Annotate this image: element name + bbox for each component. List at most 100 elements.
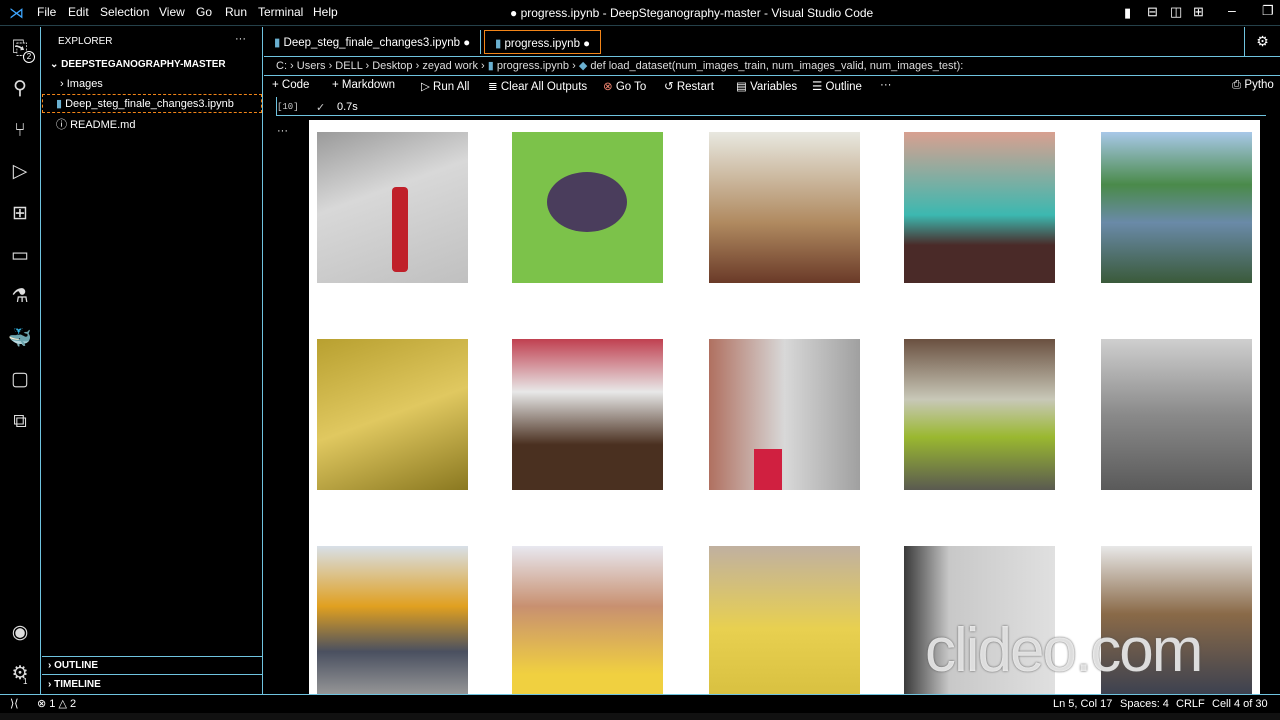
notebook-settings-gear-icon[interactable]: ⚙ xyxy=(1244,27,1280,56)
breadcrumb-item[interactable]: C: xyxy=(276,60,287,72)
label: Pytho xyxy=(1244,79,1274,91)
run-debug-icon[interactable]: ▷ xyxy=(8,160,32,184)
folder-label: Images xyxy=(66,78,103,90)
variables-button[interactable]: ▤ Variables xyxy=(736,79,797,93)
menu-file[interactable]: File xyxy=(37,5,56,19)
goto-button[interactable]: ⊗ Go To xyxy=(603,79,646,93)
clear-outputs-button[interactable]: ≣ Clear All Outputs xyxy=(488,79,587,93)
outline-icon: ☰ xyxy=(812,81,826,93)
output-image-couple-dining xyxy=(904,132,1055,283)
problems-indicator[interactable]: ⊗ 1 △ 2 xyxy=(37,697,76,710)
toggle-panel-icon[interactable]: ⊟ xyxy=(1147,4,1158,20)
remote-icon[interactable]: ⟩⟨ xyxy=(10,697,19,710)
editor-tabs: ▮ Deep_steg_finale_changes3.ipynb ● ▮ pr… xyxy=(264,27,1280,57)
breadcrumb-item[interactable]: progress.ipynb xyxy=(497,60,569,72)
explorer-badge: 2 xyxy=(23,51,35,63)
plus-icon: + xyxy=(272,79,282,91)
jupyter-icon[interactable]: ⧉ xyxy=(8,410,32,434)
toggle-sidebar-icon[interactable]: ▮ xyxy=(1124,5,1131,21)
minimize-button[interactable]: – xyxy=(1228,2,1236,18)
breadcrumb-item[interactable]: DELL xyxy=(335,60,362,72)
tab-progress[interactable]: ▮ progress.ipynb ● xyxy=(484,30,602,54)
title-bar: ⋊ File Edit Selection View Go Run Termin… xyxy=(0,0,1280,26)
cell-indicator[interactable]: Cell 4 of 30 xyxy=(1212,698,1268,710)
menu-edit[interactable]: Edit xyxy=(68,5,89,19)
breadcrumb-item[interactable]: def load_dataset(num_images_train, num_i… xyxy=(590,60,963,72)
unsaved-dot-icon[interactable]: ● xyxy=(463,37,470,49)
label: Run All xyxy=(433,81,470,93)
output-image-river xyxy=(1101,132,1252,283)
label: Code xyxy=(281,79,310,91)
kernel-picker[interactable]: ⎙ Pytho xyxy=(1232,79,1274,92)
line-ending[interactable]: CRLF xyxy=(1176,698,1205,710)
source-control-icon[interactable]: ⑂ xyxy=(8,119,32,143)
comments-icon[interactable]: ▢ xyxy=(8,368,32,392)
restore-button[interactable]: ❐ xyxy=(1262,3,1274,19)
timeline-section[interactable]: › TIMELINE xyxy=(42,676,262,694)
search-icon[interactable]: ⚲ xyxy=(8,77,32,101)
output-image-truck xyxy=(317,546,468,694)
tab-deep-steg[interactable]: ▮ Deep_steg_finale_changes3.ipynb ● xyxy=(264,30,482,54)
run-all-icon: ▷ xyxy=(421,81,434,93)
label: Go To xyxy=(615,81,647,93)
add-markdown-button[interactable]: + Markdown xyxy=(332,79,395,91)
timeline-label: TIMELINE xyxy=(54,679,101,690)
restart-icon: ↺ xyxy=(664,81,677,93)
account-icon[interactable]: ◉ xyxy=(8,621,32,645)
taskbar-strip xyxy=(0,713,1280,720)
unsaved-dot-icon[interactable]: ● xyxy=(583,38,590,50)
menu-selection[interactable]: Selection xyxy=(100,5,149,19)
restart-button[interactable]: ↺ Restart xyxy=(664,79,714,93)
output-image-horse-riders xyxy=(512,339,663,490)
notebook-file-icon: ▮ xyxy=(274,37,284,49)
extensions-icon[interactable]: ⊞ xyxy=(8,202,32,226)
output-image-kitchen-table xyxy=(709,132,860,283)
customize-layout-icon[interactable]: ⊞ xyxy=(1193,4,1204,20)
file-deep-steg-notebook[interactable]: ▮ Deep_steg_finale_changes3.ipynb xyxy=(56,97,234,110)
menu-help[interactable]: Help xyxy=(313,5,338,19)
output-image-cattle xyxy=(1101,339,1252,490)
add-code-button[interactable]: + Code xyxy=(272,79,309,91)
breadcrumb-item[interactable]: zeyad work xyxy=(422,60,478,72)
menu-run[interactable]: Run xyxy=(225,5,247,19)
explorer-more-button[interactable]: ··· xyxy=(235,33,246,45)
outline-button[interactable]: ☰ Outline xyxy=(812,79,862,93)
workspace-root-folder[interactable]: ⌄ DEEPSTEGANOGRAPHY-MASTER xyxy=(50,59,226,70)
output-image-women-eating xyxy=(512,546,663,694)
remote-explorer-icon[interactable]: ▭ xyxy=(8,244,32,268)
menu-view[interactable]: View xyxy=(159,5,185,19)
plus-icon: + xyxy=(332,79,342,91)
testing-icon[interactable]: ⚗ xyxy=(8,285,32,309)
warning-icon: △ xyxy=(58,698,70,710)
execution-duration: 0.7s xyxy=(337,101,358,113)
settings-gear-icon[interactable]: ⚙ xyxy=(8,662,32,686)
error-count: 1 xyxy=(49,698,56,710)
indentation[interactable]: Spaces: 4 xyxy=(1120,698,1169,710)
output-image-room xyxy=(317,339,468,490)
file-readme[interactable]: ⓘ README.md xyxy=(56,116,135,132)
python-function-icon: ◆ xyxy=(578,60,588,72)
breadcrumb: C: › Users › DELL › Desktop › zeyad work… xyxy=(264,57,1280,76)
outline-section[interactable]: › OUTLINE xyxy=(42,656,262,675)
run-all-button[interactable]: ▷ Run All xyxy=(421,79,469,93)
notebook-file-icon: ▮ xyxy=(495,38,505,50)
breadcrumb-item[interactable]: Users xyxy=(297,60,326,72)
tab-label: Deep_steg_finale_changes3.ipynb xyxy=(283,37,461,49)
clideo-watermark: clideo.com xyxy=(925,616,1203,685)
docker-icon[interactable]: 🐳 xyxy=(8,327,32,351)
status-bar: ⟩⟨ ⊗ 1 △ 2 Ln 5, Col 17 Spaces: 4 CRLF C… xyxy=(0,694,1280,713)
folder-images[interactable]: › Images xyxy=(60,78,103,90)
clear-icon: ≣ xyxy=(488,81,501,93)
variables-icon: ▤ xyxy=(736,81,751,93)
toggle-secondary-sidebar-icon[interactable]: ◫ xyxy=(1170,4,1182,20)
output-image-bird xyxy=(512,132,663,283)
menu-terminal[interactable]: Terminal xyxy=(258,5,303,19)
breadcrumb-item[interactable]: Desktop xyxy=(372,60,412,72)
more-actions-button[interactable]: ··· xyxy=(880,79,892,91)
file-label: README.md xyxy=(70,119,136,131)
output-more-button[interactable]: ··· xyxy=(277,125,288,137)
file-label: Deep_steg_finale_changes3.ipynb xyxy=(65,98,234,110)
menu-go[interactable]: Go xyxy=(196,5,212,19)
label: Outline xyxy=(825,81,862,93)
cursor-position[interactable]: Ln 5, Col 17 xyxy=(1053,698,1112,710)
